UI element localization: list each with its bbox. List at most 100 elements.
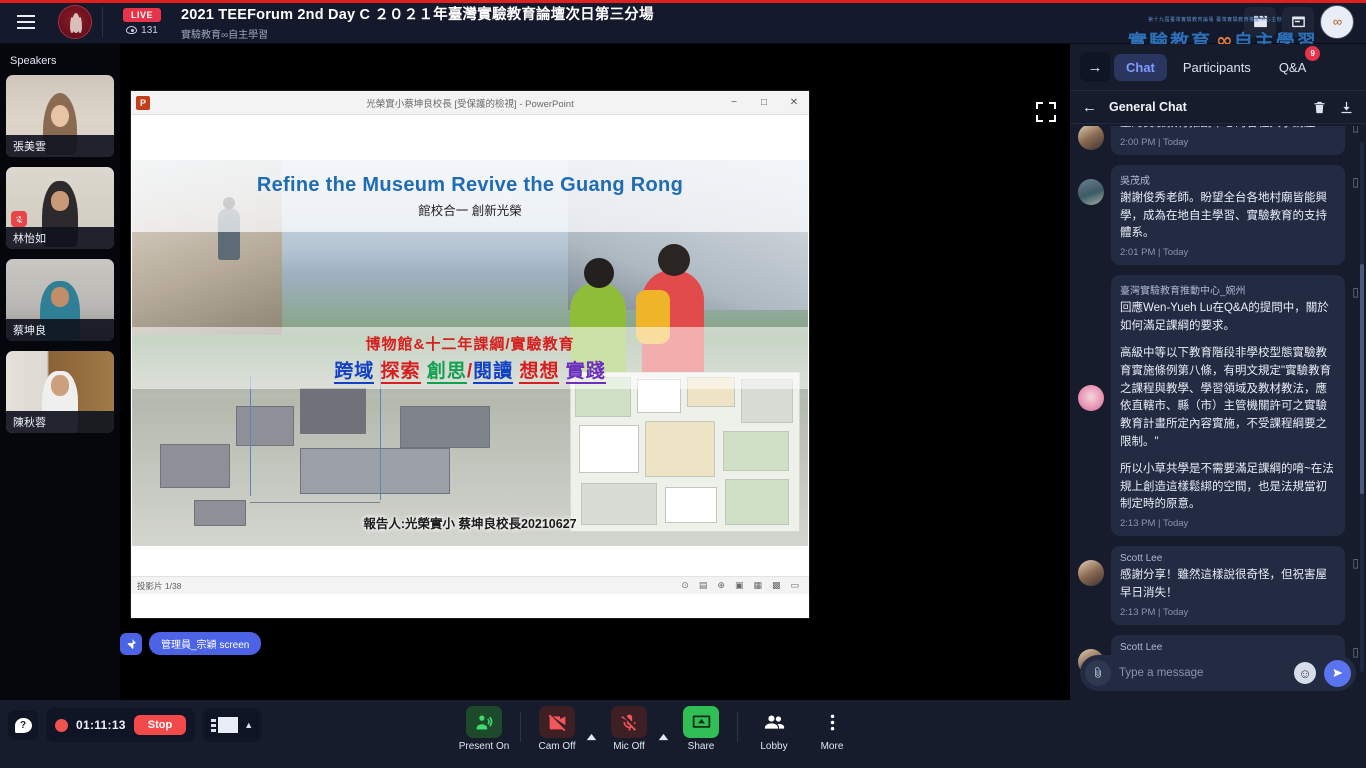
message-menu-icon[interactable]: ▯ bbox=[1352, 126, 1359, 134]
send-icon[interactable] bbox=[1324, 659, 1351, 687]
normal-view-icon[interactable]: ▣ bbox=[735, 580, 744, 591]
avatar bbox=[1078, 126, 1104, 150]
layout-icon bbox=[211, 717, 239, 733]
cam-options-chevron-icon[interactable] bbox=[586, 728, 600, 746]
band-word: 探索 bbox=[380, 361, 421, 384]
sorter-view-icon[interactable]: ▦ bbox=[753, 580, 762, 591]
tab-participants[interactable]: Participants bbox=[1171, 54, 1263, 81]
reading-view-icon[interactable]: ▩ bbox=[772, 580, 781, 591]
trash-icon[interactable] bbox=[1312, 100, 1327, 115]
chat-message-list[interactable]: 臺灣實驗教育推動中心的各種大小講座 2:00 PM | Today ▯ 吳茂成 … bbox=[1070, 126, 1366, 686]
lobby-button[interactable]: Lobby bbox=[745, 706, 803, 752]
message-sender: Scott Lee bbox=[1120, 553, 1163, 565]
viewer-count-value: 131 bbox=[141, 24, 158, 36]
message-bubble: 吳茂成 謝謝俊秀老師。盼望全台各地村廟皆能興學，成為在地自主學習、實驗教育的支持… bbox=[1111, 164, 1346, 266]
side-panel: → Chat Participants Q&A 9 ← General Chat… bbox=[1070, 44, 1366, 700]
message-paragraph: 回應Wen-Yueh Lu在Q&A的提問中，關於如何滿足課綱的要求。 bbox=[1120, 302, 1329, 333]
band-word: 跨域 bbox=[334, 361, 375, 384]
mic-off-button[interactable]: Mic Off bbox=[600, 706, 658, 752]
layout-main-pane bbox=[218, 717, 239, 733]
recording-indicator-icon bbox=[55, 718, 68, 732]
mic-off-label: Mic Off bbox=[613, 741, 645, 752]
tab-qa[interactable]: Q&A 9 bbox=[1267, 45, 1321, 81]
message-timestamp: 2:00 PM | Today bbox=[1120, 136, 1189, 148]
speaker-name: 張美雲 bbox=[6, 135, 114, 157]
speakers-rail: Speakers 張美雲 林怡如 蔡坤良 陳秋蓉 bbox=[0, 44, 120, 700]
message-paragraph: 所以小草共學是不需要滿足課綱的唷~在法規上創造這樣鬆綁的空間，也是法規當初制定時… bbox=[1120, 462, 1334, 511]
layout-bar bbox=[211, 718, 217, 722]
clapperboard-icon[interactable] bbox=[1244, 6, 1276, 37]
cam-off-button[interactable]: Cam Off bbox=[528, 706, 586, 752]
speaker-tile[interactable]: 陳秋蓉 bbox=[6, 351, 114, 433]
corner bbox=[1036, 102, 1043, 109]
comments-icon[interactable]: ⊕ bbox=[717, 580, 725, 591]
more-button[interactable]: More bbox=[803, 706, 861, 752]
powerpoint-status-bar: 投影片 1/38 ⊙ ▤ ⊕ ▣ ▦ ▩ ▭ bbox=[131, 576, 809, 594]
avatar-infinity-icon: ∞ bbox=[1332, 14, 1342, 29]
slideshow-view-icon[interactable]: ▭ bbox=[790, 580, 799, 591]
calendar-icon[interactable] bbox=[1282, 6, 1314, 37]
download-icon[interactable] bbox=[1339, 100, 1354, 115]
map-block bbox=[645, 421, 715, 477]
speaker-tile[interactable]: 林怡如 bbox=[6, 167, 114, 249]
chat-message: 臺灣實驗教育推動中心的各種大小講座 2:00 PM | Today ▯ bbox=[1078, 126, 1359, 155]
slide-heading-block: Refine the Museum Revive the Guang Rong … bbox=[132, 160, 808, 232]
message-body: 謝謝俊秀老師。盼望全台各地村廟皆能興學，成為在地自主學習、實驗教育的支持體系。 bbox=[1120, 190, 1336, 243]
shared-screen[interactable]: P 光榮實小蔡坤良校長 [受保護的檢視] - PowerPoint − □ ✕ bbox=[131, 91, 809, 618]
present-on-button[interactable]: Present On bbox=[455, 706, 513, 752]
bottom-left-group: ? 01:11:13 Stop ▲ bbox=[8, 708, 262, 742]
accessibility-icon[interactable]: ⊙ bbox=[681, 580, 689, 591]
share-source-label[interactable]: 管理員_宗穎 screen bbox=[149, 632, 262, 655]
message-body: 回應Wen-Yueh Lu在Q&A的提問中，關於如何滿足課綱的要求。 高級中等以… bbox=[1120, 300, 1336, 514]
band-word: 想想 bbox=[519, 361, 560, 384]
viewer-count: 131 bbox=[126, 25, 158, 36]
message-timestamp: 2:01 PM | Today bbox=[1120, 247, 1189, 259]
chat-header-actions bbox=[1312, 100, 1354, 115]
message-bubble: 臺灣實驗教育推動中心的各種大小講座 2:00 PM | Today bbox=[1111, 126, 1346, 155]
avatar bbox=[1078, 385, 1104, 412]
help-button[interactable]: ? bbox=[8, 710, 38, 740]
account-avatar[interactable]: ∞ bbox=[1320, 4, 1354, 39]
diagram-block bbox=[300, 388, 366, 434]
stop-recording-button[interactable]: Stop bbox=[133, 715, 187, 735]
session-title: 2021 TEEForum 2nd Day C ２０２１年臺灣實驗教育論壇次日第… bbox=[181, 6, 654, 23]
layout-selector[interactable]: ▲ bbox=[203, 708, 262, 742]
message-bubble: 臺灣實驗教育推動中心_婉州 回應Wen-Yueh Lu在Q&A的提問中，關於如何… bbox=[1111, 275, 1346, 537]
back-arrow-icon[interactable]: ← bbox=[1082, 99, 1097, 116]
present-on-label: Present On bbox=[458, 741, 510, 752]
mic-options-chevron-icon[interactable] bbox=[658, 728, 672, 746]
live-status: LIVE 131 bbox=[113, 7, 171, 36]
chat-input[interactable] bbox=[1119, 667, 1286, 679]
corner bbox=[1049, 102, 1056, 109]
paperclip-icon[interactable] bbox=[1085, 660, 1111, 686]
chat-scrollbar-thumb[interactable] bbox=[1360, 264, 1364, 494]
share-button[interactable]: Share bbox=[672, 706, 730, 752]
message-menu-icon[interactable]: ▯ bbox=[1352, 175, 1359, 189]
message-sender: 吳茂成 bbox=[1120, 175, 1150, 187]
screen-share-indicator: 管理員_宗穎 screen bbox=[120, 632, 262, 655]
eye-icon bbox=[126, 26, 138, 34]
hamburger-line bbox=[17, 26, 35, 29]
chat-message: 吳茂成 謝謝俊秀老師。盼望全台各地村廟皆能興學，成為在地自主學習、實驗教育的支持… bbox=[1078, 164, 1359, 266]
notes-icon[interactable]: ▤ bbox=[699, 580, 708, 591]
speaker-tile[interactable]: 張美雲 bbox=[6, 75, 114, 157]
menu-button[interactable] bbox=[0, 14, 52, 29]
pin-icon[interactable] bbox=[120, 632, 142, 655]
mic-off-icon bbox=[611, 706, 647, 738]
slide-heading-en: Refine the Museum Revive the Guang Rong bbox=[256, 173, 684, 196]
message-menu-icon[interactable]: ▯ bbox=[1352, 556, 1359, 570]
chat-message: 臺灣實驗教育推動中心_婉州 回應Wen-Yueh Lu在Q&A的提問中，關於如何… bbox=[1078, 275, 1359, 537]
more-vertical-icon bbox=[814, 706, 850, 738]
message-menu-icon[interactable]: ▯ bbox=[1352, 285, 1359, 299]
expand-fullscreen-icon[interactable] bbox=[1036, 102, 1056, 122]
message-paragraph: 謝謝俊秀老師。盼望全台各地村廟皆能興學，成為在地自主學習、實驗教育的支持體系。 bbox=[1120, 191, 1327, 240]
speaker-tile[interactable]: 蔡坤良 bbox=[6, 259, 114, 341]
tab-chat[interactable]: Chat bbox=[1114, 53, 1167, 81]
powerpoint-window-title: 光榮實小蔡坤良校長 [受保護的檢視] - PowerPoint bbox=[366, 98, 574, 110]
emoji-icon[interactable]: ☺ bbox=[1294, 662, 1316, 684]
corner bbox=[1036, 115, 1043, 122]
chevron-up-icon: ▲ bbox=[244, 720, 254, 730]
speaker-name: 蔡坤良 bbox=[6, 319, 114, 341]
more-label: More bbox=[820, 741, 844, 752]
collapse-panel-button[interactable]: → bbox=[1080, 52, 1110, 82]
